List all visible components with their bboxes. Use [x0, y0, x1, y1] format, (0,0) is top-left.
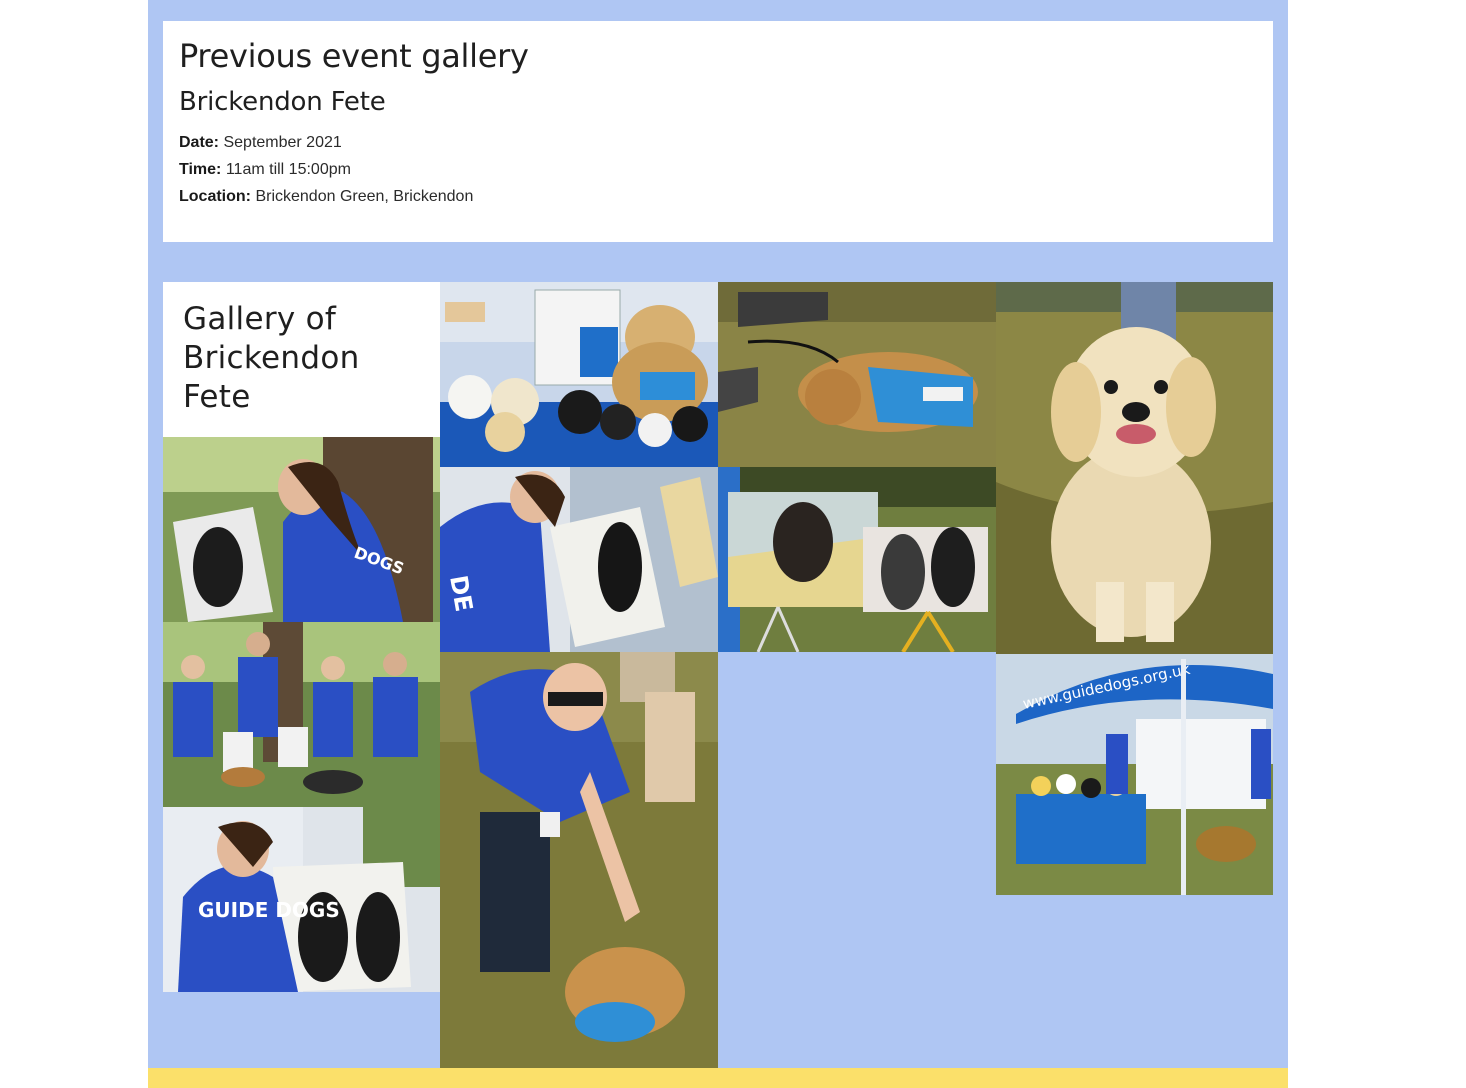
date-label: Date: [179, 134, 220, 151]
gallery-photo-golden-puppy[interactable] [996, 282, 1273, 654]
plush-toys-image [440, 282, 718, 467]
gazebo-stall-image: www.guidedogs.org.uk [996, 654, 1273, 895]
painting-closeup-image: GUIDE DOGS [163, 807, 440, 992]
footer-strip [148, 1068, 1288, 1088]
page-container: Previous event gallery Brickendon Fete D… [148, 0, 1288, 1068]
gallery-title-card: Gallery of Brickendon Fete [163, 282, 440, 437]
event-info-card: Previous event gallery Brickendon Fete D… [163, 21, 1273, 242]
shirt-print: GUIDE DOGS [198, 898, 340, 922]
volunteer-painting-image: DOGS [163, 437, 440, 622]
gallery-photo-petting-dog[interactable] [440, 652, 718, 1068]
page-title: Previous event gallery [179, 37, 529, 75]
event-date-row: Date: September 2021 [179, 129, 1257, 156]
gallery-photo-painting-closeup[interactable]: GUIDE DOGS [163, 807, 440, 992]
gallery-photo-plush-toys[interactable] [440, 282, 718, 467]
gallery-photo-volunteers-dogs[interactable] [163, 622, 440, 807]
event-location-row: Location: Brickendon Green, Brickendon [179, 183, 1257, 210]
time-label: Time: [179, 161, 222, 178]
gallery-photo-volunteer-painting[interactable]: DOGS [163, 437, 440, 622]
canvas-painting-image: DE [440, 467, 718, 652]
event-time-row: Time: 11am till 15:00pm [179, 156, 1257, 183]
gallery-photo-gazebo-stall[interactable]: www.guidedogs.org.uk [996, 654, 1273, 895]
gallery-title: Gallery of Brickendon Fete [183, 301, 360, 415]
event-name: Brickendon Fete [179, 87, 386, 117]
gallery-photo-dog-paintings[interactable] [718, 467, 996, 652]
petting-dog-image [440, 652, 718, 1068]
location-label: Location: [179, 188, 251, 205]
date-value: September 2021 [223, 134, 342, 151]
puppy-lying-image [718, 282, 996, 467]
volunteers-dogs-image [163, 622, 440, 807]
dog-paintings-image [718, 467, 996, 652]
time-value: 11am till 15:00pm [225, 161, 351, 178]
gallery-photo-puppy-lying[interactable] [718, 282, 996, 467]
location-value: Brickendon Green, Brickendon [255, 188, 474, 205]
golden-puppy-image [996, 282, 1273, 654]
gallery-photo-canvas-painting[interactable]: DE [440, 467, 718, 652]
